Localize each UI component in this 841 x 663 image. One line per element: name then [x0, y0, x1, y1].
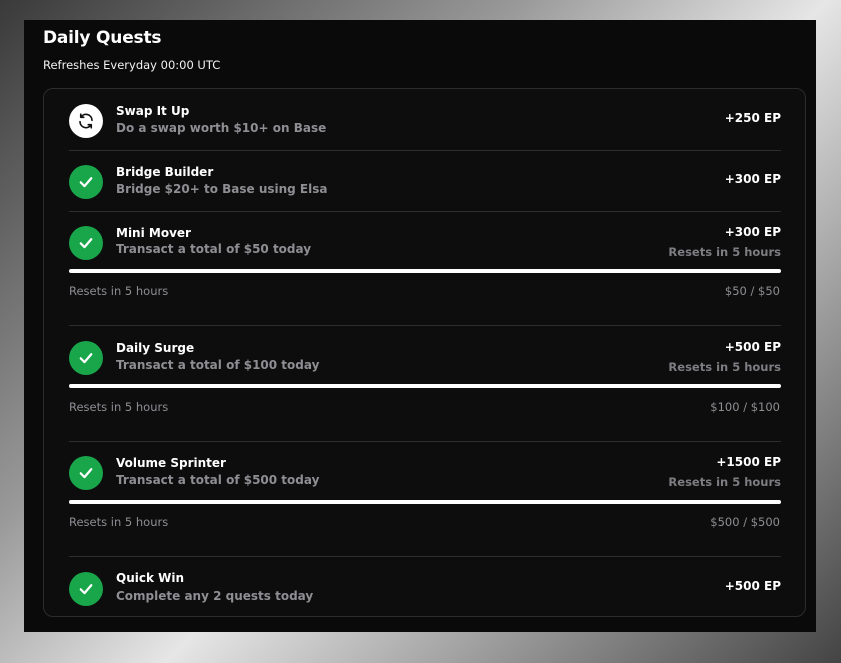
daily-quests-panel: Daily Quests Refreshes Everyday 00:00 UT… [24, 20, 816, 632]
swap-arrows-icon [69, 104, 103, 138]
progress-reset-label: Resets in 5 hours [69, 284, 169, 298]
quest-item-volume-sprinter[interactable]: Volume Sprinter Transact a total of $500… [69, 455, 781, 490]
quest-description: Transact a total of $500 today [116, 473, 320, 487]
check-icon [69, 456, 103, 490]
quest-reward: +300 EP [724, 225, 781, 239]
progress-reset-label: Resets in 5 hours [69, 515, 169, 529]
refresh-schedule: Refreshes Everyday 00:00 UTC [43, 58, 221, 72]
progress-fill [69, 269, 781, 273]
check-icon [69, 165, 103, 199]
check-icon [69, 226, 103, 260]
quest-description: Do a swap worth $10+ on Base [116, 121, 327, 135]
quest-reward: +500 EP [724, 579, 781, 593]
quest-progress-bar [69, 384, 781, 388]
quest-description: Transact a total of $100 today [116, 358, 320, 372]
quest-reset-time: Resets in 5 hours [668, 245, 781, 259]
progress-value: $100 / $100 [710, 400, 780, 414]
divider [69, 150, 781, 151]
progress-fill [69, 384, 781, 388]
quest-name: Swap It Up [116, 104, 190, 118]
quest-name: Volume Sprinter [116, 456, 226, 470]
panel-title: Daily Quests [43, 28, 162, 48]
quest-progress-bar [69, 269, 781, 273]
quest-description: Bridge $20+ to Base using Elsa [116, 182, 328, 196]
progress-reset-label: Resets in 5 hours [69, 400, 169, 414]
quest-name: Bridge Builder [116, 165, 214, 179]
divider [69, 556, 781, 557]
quest-name: Quick Win [116, 571, 185, 585]
quest-progress-bar [69, 500, 781, 504]
quest-list: Swap It Up Do a swap worth $10+ on Base … [43, 88, 806, 617]
quest-reset-time: Resets in 5 hours [668, 360, 781, 374]
progress-value: $50 / $50 [724, 284, 780, 298]
quest-reward: +1500 EP [716, 455, 781, 469]
progress-value: $500 / $500 [710, 515, 780, 529]
quest-reward: +250 EP [724, 111, 781, 125]
quest-reward: +500 EP [724, 340, 781, 354]
quest-description: Complete any 2 quests today [116, 589, 314, 603]
check-icon [69, 572, 103, 606]
quest-name: Daily Surge [116, 341, 195, 355]
divider [69, 211, 781, 212]
quest-reward: +300 EP [724, 172, 781, 186]
quest-item-bridge-builder[interactable]: Bridge Builder Bridge $20+ to Base using… [69, 165, 781, 199]
quest-name: Mini Mover [116, 226, 191, 240]
check-icon [69, 341, 103, 375]
quest-description: Transact a total of $50 today [116, 242, 312, 256]
quest-item-mini-mover[interactable]: Mini Mover Transact a total of $50 today… [69, 225, 781, 260]
quest-item-quick-win[interactable]: Quick Win Complete any 2 quests today +5… [69, 571, 781, 606]
quest-reset-time: Resets in 5 hours [668, 475, 781, 489]
quest-item-daily-surge[interactable]: Daily Surge Transact a total of $100 tod… [69, 340, 781, 375]
divider [69, 325, 781, 326]
divider [69, 441, 781, 442]
quest-item-swap-it-up[interactable]: Swap It Up Do a swap worth $10+ on Base … [69, 104, 781, 138]
progress-fill [69, 500, 781, 504]
